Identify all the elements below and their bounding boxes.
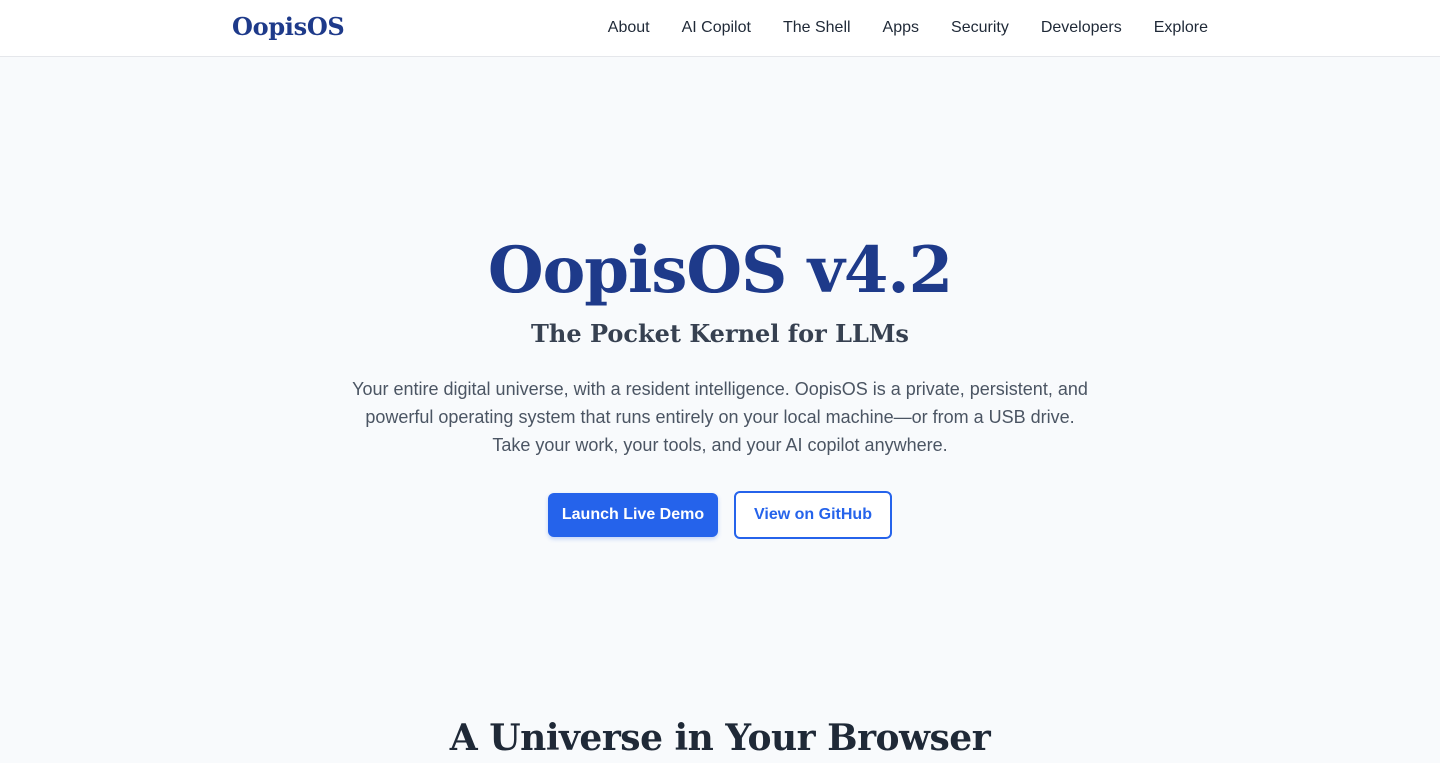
nav-link-explore[interactable]: Explore <box>1154 19 1208 37</box>
section-title: A Universe in Your Browser <box>449 717 991 759</box>
nav-link-security[interactable]: Security <box>951 19 1009 37</box>
hero-description: Your entire digital universe, with a res… <box>352 379 1088 455</box>
nav-link-developers[interactable]: Developers <box>1041 19 1122 37</box>
nav-link-the-shell[interactable]: The Shell <box>783 19 851 37</box>
nav-link-ai-copilot[interactable]: AI Copilot <box>682 19 751 37</box>
nav-link-apps[interactable]: Apps <box>883 19 919 37</box>
nav-link-about[interactable]: About <box>608 19 650 37</box>
hero-buttons: Launch Live Demo View on GitHub <box>0 491 1440 539</box>
top-navbar: OopisOS About AI Copilot The Shell Apps … <box>0 0 1440 57</box>
hero-title: OopisOS v4.2 <box>487 233 953 308</box>
view-github-button[interactable]: View on GitHub <box>734 491 892 539</box>
hero-subtitle: The Pocket Kernel for LLMs <box>531 319 909 348</box>
nav-links: About AI Copilot The Shell Apps Security… <box>608 0 1208 56</box>
brand-logo[interactable]: OopisOS <box>232 12 345 41</box>
launch-demo-button[interactable]: Launch Live Demo <box>548 493 718 537</box>
